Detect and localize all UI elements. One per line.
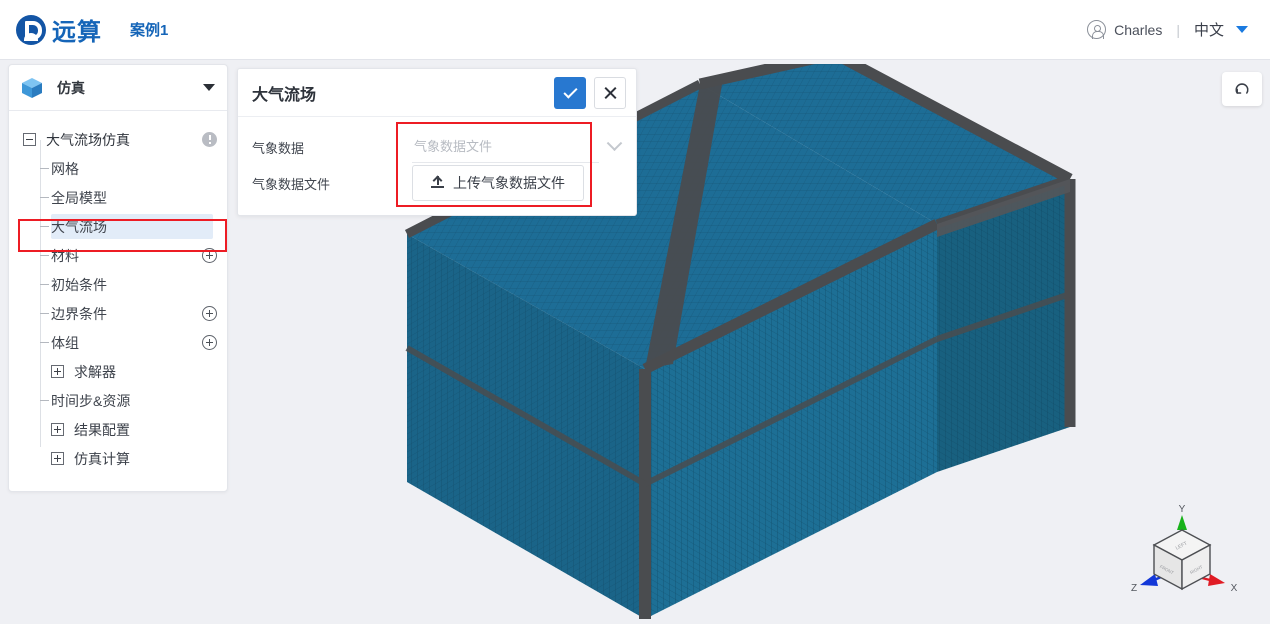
cancel-button[interactable] xyxy=(594,76,626,109)
caret-down-icon[interactable] xyxy=(203,84,215,91)
close-icon xyxy=(603,86,617,100)
property-panel: 大气流场 气象数据 气象数据文件 气象数据文件 上传气象数据文件 xyxy=(237,68,637,216)
property-panel-body: 气象数据 气象数据文件 气象数据文件 上传气象数据文件 xyxy=(238,117,636,215)
tree-item-label: 求解器 xyxy=(74,363,116,380)
tree-item-label: 体组 xyxy=(51,334,79,351)
info-icon xyxy=(202,132,217,147)
logo-dot xyxy=(24,32,38,41)
tree-item-label: 时间步&资源 xyxy=(51,392,131,409)
tree-branch-dash xyxy=(40,226,49,227)
collapse-icon[interactable] xyxy=(23,133,36,146)
form-row-weather-data: 气象数据 气象数据文件 xyxy=(238,129,636,165)
upload-weather-file-button[interactable]: 上传气象数据文件 xyxy=(412,165,584,201)
sidebar-title: 仿真 xyxy=(57,79,85,96)
expand-icon[interactable] xyxy=(51,365,64,378)
language-label[interactable]: 中文 xyxy=(1194,19,1224,40)
user-avatar-icon xyxy=(1087,20,1107,39)
user-name[interactable]: Charles xyxy=(1114,22,1162,38)
tree-item-4[interactable]: 材料 xyxy=(9,241,227,270)
panel-title: 大气流场 xyxy=(252,86,317,104)
caret-down-icon[interactable] xyxy=(1236,26,1248,33)
tree-item-0[interactable]: 大气流场仿真 xyxy=(9,125,227,154)
tree-item-label: 初始条件 xyxy=(51,276,107,293)
sidebar-header[interactable]: 仿真 xyxy=(9,65,227,111)
tree-item-label: 结果配置 xyxy=(74,421,130,438)
tree-item-label: 大气流场仿真 xyxy=(46,131,130,148)
expand-icon[interactable] xyxy=(51,452,64,465)
tree-item-8[interactable]: 求解器 xyxy=(9,357,227,386)
confirm-button[interactable] xyxy=(554,76,586,109)
rotate-reset-button[interactable] xyxy=(1222,72,1262,106)
logo-text: 远算 xyxy=(52,19,102,46)
tree-item-7[interactable]: 体组 xyxy=(9,328,227,357)
tree-item-9[interactable]: 时间步&资源 xyxy=(9,386,227,415)
axis-orientation-gizmo[interactable]: LEFT FRONT RIGHT Y X Z xyxy=(1130,503,1240,608)
brand-logo-icon xyxy=(16,14,46,45)
tree-branch-dash xyxy=(40,284,49,285)
upload-button-label: 上传气象数据文件 xyxy=(453,175,565,191)
header-right: Charles | 中文 xyxy=(1087,19,1248,40)
upload-arrow xyxy=(432,175,443,186)
axis-label-z: Z xyxy=(1131,583,1137,594)
axis-label-y: Y xyxy=(1179,504,1186,515)
tree-item-10[interactable]: 结果配置 xyxy=(9,415,227,444)
tree-item-6[interactable]: 边界条件 xyxy=(9,299,227,328)
tree-branch-dash xyxy=(40,400,49,401)
upload-icon xyxy=(431,175,444,190)
tree-item-label: 仿真计算 xyxy=(74,450,130,467)
tree-item-label: 网格 xyxy=(51,160,79,177)
rotate-reset-icon xyxy=(1235,83,1249,94)
tree-item-2[interactable]: 全局模型 xyxy=(9,183,227,212)
upload-wrap: 上传气象数据文件 xyxy=(412,165,636,201)
plus-icon[interactable] xyxy=(202,335,217,350)
tree-item-3[interactable]: 大气流场 xyxy=(9,212,227,241)
tree-item-label: 全局模型 xyxy=(51,189,107,206)
tree-item-label: 材料 xyxy=(51,247,79,264)
tree-branch-dash xyxy=(40,255,49,256)
plus-icon[interactable] xyxy=(202,306,217,321)
chevron-down-icon[interactable] xyxy=(606,134,623,151)
property-panel-header: 大气流场 xyxy=(238,69,636,117)
expand-icon[interactable] xyxy=(51,423,64,436)
sidebar: 仿真 大气流场仿真网格全局模型大气流场材料初始条件边界条件体组求解器时间步&资源… xyxy=(8,64,228,492)
tree-item-label: 大气流场 xyxy=(51,218,107,235)
tree-branch-dash xyxy=(40,342,49,343)
tree-item-11[interactable]: 仿真计算 xyxy=(9,444,227,473)
weather-data-select-wrap[interactable]: 气象数据文件 xyxy=(412,131,636,163)
case-title: 案例1 xyxy=(130,22,169,39)
tree-item-1[interactable]: 网格 xyxy=(9,154,227,183)
header-divider: | xyxy=(1176,21,1180,38)
blue-cube-icon xyxy=(21,77,43,99)
panel-actions xyxy=(554,76,626,109)
app-header: 远算 案例1 Charles | 中文 xyxy=(0,0,1270,60)
label-weather-data: 气象数据 xyxy=(252,140,305,156)
weather-data-select[interactable]: 气象数据文件 xyxy=(412,131,599,163)
tree-item-5[interactable]: 初始条件 xyxy=(9,270,227,299)
plus-icon[interactable] xyxy=(202,248,217,263)
tree-branch-dash xyxy=(40,168,49,169)
check-icon xyxy=(562,83,578,99)
simulation-tree: 大气流场仿真网格全局模型大气流场材料初始条件边界条件体组求解器时间步&资源结果配… xyxy=(9,111,227,491)
brand: 远算 xyxy=(16,12,102,47)
tree-branch-dash xyxy=(40,313,49,314)
axis-label-x: X xyxy=(1231,583,1238,594)
label-weather-data-file: 气象数据文件 xyxy=(252,176,331,192)
tree-branch-dash xyxy=(40,197,49,198)
tree-item-label: 边界条件 xyxy=(51,305,107,322)
form-row-weather-file: 气象数据文件 上传气象数据文件 xyxy=(238,165,636,201)
